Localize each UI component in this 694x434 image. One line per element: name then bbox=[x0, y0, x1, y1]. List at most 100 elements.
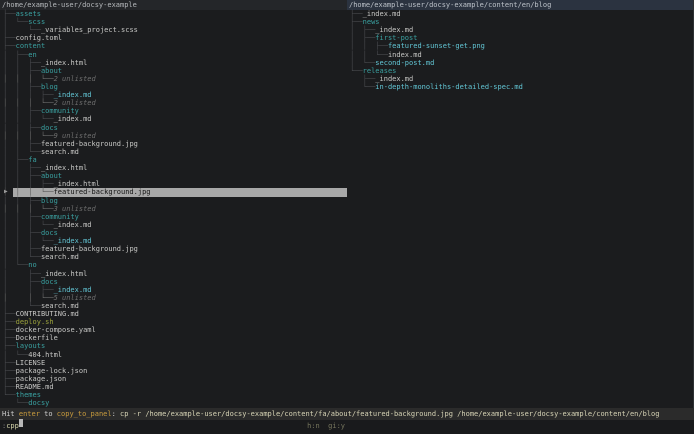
tree-row[interactable]: │ │ └──search.md bbox=[3, 148, 347, 156]
file-name: _index.md bbox=[375, 74, 414, 83]
tree-row[interactable]: ├──layouts bbox=[3, 342, 347, 350]
tree-branch: └── bbox=[3, 399, 29, 408]
dir-name: no bbox=[28, 261, 37, 270]
dir-name: blog bbox=[40, 196, 58, 205]
file-name: _index.md bbox=[53, 220, 92, 229]
tree-row[interactable]: │ │ ├──docs bbox=[3, 124, 347, 132]
panels-container: /home/example-user/docsy-example ├──asse… bbox=[0, 0, 694, 408]
right-input-area[interactable] bbox=[349, 420, 694, 434]
dir-name: en bbox=[28, 50, 37, 59]
tree-branch: │ │ │ └── bbox=[3, 220, 54, 229]
tree-row[interactable]: │ │ ├──blog bbox=[3, 83, 347, 91]
tree-row[interactable]: │ │ │ └──9 unlisted bbox=[3, 132, 347, 140]
tree-row[interactable]: │ │ ├──featured-sunset-get.png bbox=[350, 42, 693, 50]
tree-row[interactable]: │ ├──_index.html bbox=[3, 270, 347, 278]
tree-branch: │ │ ├── bbox=[3, 212, 41, 221]
tree-branch: ├── bbox=[3, 374, 16, 383]
tree-row[interactable]: │ │ ├──_index.html bbox=[3, 164, 347, 172]
command-input[interactable]: cpp bbox=[6, 420, 19, 434]
tree-branch: │ │ ├── bbox=[3, 66, 41, 75]
file-name: _index.md bbox=[53, 91, 92, 100]
tree-branch: ├── bbox=[3, 358, 16, 367]
tree-row[interactable]: ├──assets bbox=[3, 10, 347, 18]
tree-row[interactable]: ├──_index.md bbox=[350, 75, 693, 83]
tree-branch: │ └── bbox=[350, 58, 376, 67]
tree-row[interactable]: ├──package.json bbox=[3, 375, 347, 383]
tree-row[interactable]: │ └──second-post.md bbox=[350, 59, 693, 67]
tree-row[interactable]: │ │ ├──_index.md bbox=[3, 286, 347, 294]
tree-row[interactable]: │ ├──docs bbox=[3, 278, 347, 286]
dir-name: assets bbox=[15, 10, 41, 18]
tree-row[interactable]: ├──content bbox=[3, 42, 347, 50]
tree-branch: │ ├── bbox=[3, 50, 29, 59]
file-name: 5 unlisted bbox=[53, 293, 96, 302]
file-name: CONTRIBUTING.md bbox=[15, 310, 79, 319]
command-input-area[interactable]: : cpp h:n gi:y bbox=[0, 419, 349, 434]
tree-row[interactable]: │ └──no bbox=[3, 261, 347, 269]
tree-row[interactable]: ├──README.md bbox=[3, 383, 347, 391]
tree-row[interactable]: └──releases bbox=[350, 67, 693, 75]
tree-row[interactable]: ├──_index.md bbox=[350, 10, 693, 18]
tree-row[interactable]: │ │ ├──community bbox=[3, 213, 347, 221]
status-segment: to bbox=[39, 410, 57, 418]
tree-row[interactable]: │ │ ├──_index.html bbox=[3, 59, 347, 67]
tree-branch: │ │ │ └── bbox=[3, 99, 54, 108]
tree-row[interactable]: ▶ │ │ │ └──featured-background.jpg bbox=[3, 188, 347, 197]
tree-row[interactable]: │ └──scss bbox=[3, 18, 347, 26]
tree-row[interactable]: ├──Dockerfile bbox=[3, 334, 347, 342]
tree-row[interactable]: │ │ │ └──3 unlisted bbox=[3, 205, 347, 213]
tree-row[interactable]: └──docsy bbox=[3, 399, 347, 407]
tree-row[interactable]: │ │ │ └──_index.md bbox=[3, 237, 347, 245]
tree-row[interactable]: ├──news bbox=[350, 18, 693, 26]
tree-row[interactable]: │ │ ├──blog bbox=[3, 197, 347, 205]
tree-row[interactable]: ├──LICENSE bbox=[3, 359, 347, 367]
tree-branch: ├── bbox=[3, 366, 16, 375]
status-segment: copy_to_panel bbox=[56, 410, 112, 418]
file-name: _index.md bbox=[53, 115, 92, 124]
dir-name: docs bbox=[40, 277, 58, 286]
tree-row[interactable]: │ │ └──index.md bbox=[350, 51, 693, 59]
tree-row[interactable]: ├──CONTRIBUTING.md bbox=[3, 310, 347, 318]
dir-name: fa bbox=[28, 155, 37, 164]
tree-branch: │ ├── bbox=[3, 277, 41, 286]
file-name: 404.html bbox=[28, 350, 63, 359]
tree-row[interactable]: │ └──404.html bbox=[3, 351, 347, 359]
tree-row[interactable]: │ │ ├──about bbox=[3, 67, 347, 75]
tree-branch: │ └── bbox=[3, 350, 29, 359]
dir-name: scss bbox=[28, 18, 46, 27]
dir-name: blog bbox=[40, 82, 58, 91]
right-panel-root-path[interactable]: /home/example-user/docsy-example/content… bbox=[347, 0, 693, 10]
tree-row[interactable]: │ │ ├──featured-background.jpg bbox=[3, 140, 347, 148]
status-bar: Hit enter to copy_to_panel: cp -r /home/… bbox=[0, 408, 694, 420]
tree-branch: ├── bbox=[350, 74, 376, 83]
dir-name: releases bbox=[362, 66, 397, 75]
tree-branch: │ ├── bbox=[3, 155, 29, 164]
tree-row[interactable]: │ └──search.md bbox=[3, 302, 347, 310]
broot-terminal: /home/example-user/docsy-example ├──asse… bbox=[0, 0, 694, 434]
tree-row[interactable]: └──themes bbox=[3, 391, 347, 399]
tree-row[interactable]: │ ├──en bbox=[3, 51, 347, 59]
dir-name: news bbox=[362, 18, 380, 27]
tree-row[interactable]: │ │ │ ├──_index.md bbox=[3, 91, 347, 99]
file-name: _index.html bbox=[40, 269, 88, 278]
tree-row[interactable]: │ │ │ └──_index.md bbox=[3, 221, 347, 229]
tree-row[interactable]: │ ├──fa bbox=[3, 156, 347, 164]
tree-branch: │ │ ├── bbox=[3, 172, 41, 181]
tree-row[interactable]: │ │ ├──docs bbox=[3, 229, 347, 237]
tree-branch: │ │ ├── bbox=[3, 139, 41, 148]
tree-row[interactable]: │ │ │ └──2 unlisted bbox=[3, 75, 347, 83]
tree-row[interactable]: │ │ └──search.md bbox=[3, 253, 347, 261]
tree-row[interactable]: └──in-depth-monoliths-detailed-spec.md bbox=[350, 83, 693, 91]
tree-row[interactable]: ├──package-lock.json bbox=[3, 367, 347, 375]
tree-branch: ├── bbox=[3, 342, 16, 351]
tree-branch: │ │ │ └── bbox=[3, 188, 54, 197]
tree-row[interactable]: │ │ │ └──_index.md bbox=[3, 115, 347, 123]
tree-branch: │ │ ├── bbox=[3, 228, 41, 237]
tree-row[interactable]: ├──config.toml bbox=[3, 34, 347, 42]
file-name: search.md bbox=[40, 147, 79, 156]
tree-row[interactable]: │ │ └──5 unlisted bbox=[3, 294, 347, 302]
tree-branch: │ │ │ └── bbox=[3, 74, 54, 83]
file-name: featured-background.jpg bbox=[40, 139, 138, 148]
file-name: README.md bbox=[15, 383, 54, 392]
left-panel-root-path[interactable]: /home/example-user/docsy-example bbox=[0, 0, 347, 10]
